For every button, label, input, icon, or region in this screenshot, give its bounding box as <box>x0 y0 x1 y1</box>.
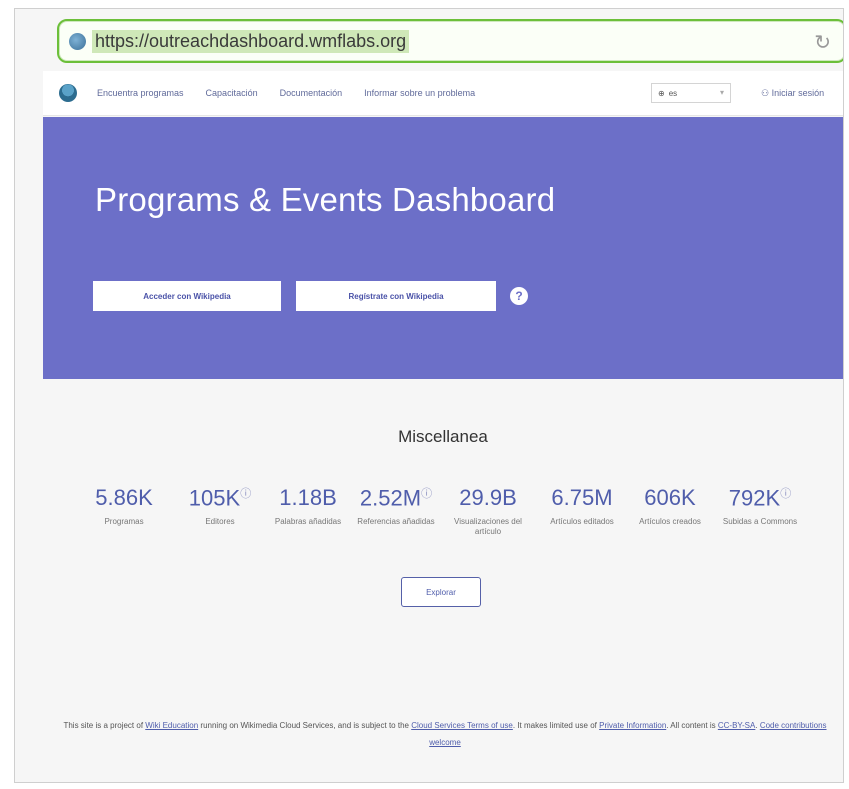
stats-title: Miscellanea <box>398 427 488 446</box>
login-with-wikipedia-button[interactable]: Acceder con Wikipedia <box>93 281 281 311</box>
stat-label: Artículos editados <box>550 517 614 526</box>
address-bar[interactable]: https://outreachdashboard.wmflabs.org ↻ <box>57 19 843 63</box>
url-text[interactable]: https://outreachdashboard.wmflabs.org <box>92 29 410 53</box>
top-navigation: Encuentra programas Capacitación Documen… <box>43 71 843 116</box>
language-select[interactable]: ⊕ es ▾ <box>651 83 731 103</box>
page-title: Programs & Events Dashboard <box>95 181 556 218</box>
cloud-terms-link[interactable]: Cloud Services Terms of use <box>411 721 513 730</box>
browser-window: https://outreachdashboard.wmflabs.org ↻ … <box>14 8 844 783</box>
nav-documentation[interactable]: Documentación <box>280 88 343 98</box>
stat-label: Visualizaciones del artículo <box>454 517 522 536</box>
stat-value: 1.18B <box>279 485 337 510</box>
info-icon[interactable]: ⓘ <box>421 488 432 500</box>
footer-text: This site is a project of <box>63 721 146 730</box>
cc-by-sa-link[interactable]: CC-BY-SA <box>718 721 756 730</box>
nav-report-problem[interactable]: Informar sobre un problema <box>364 88 475 98</box>
stat-editors: 105Kⓘ Editores <box>174 485 266 527</box>
stat-label: Palabras añadidas <box>274 517 342 526</box>
stat-label: Artículos creados <box>639 517 701 526</box>
stat-articles-created: 606K Artículos creados <box>624 485 716 527</box>
stat-value: 105Kⓘ <box>188 485 252 511</box>
explore-button[interactable]: Explorar <box>401 577 481 607</box>
stat-article-views: 29.9B Visualizaciones del artículo <box>442 485 534 537</box>
info-icon[interactable]: ⓘ <box>780 488 791 500</box>
stat-references-added: 2.52Mⓘ Referencias añadidas <box>350 485 442 527</box>
signup-with-wikipedia-button[interactable]: Regístrate con Wikipedia <box>296 281 496 311</box>
private-information-link[interactable]: Private Information <box>599 721 666 730</box>
stat-label: Editores <box>205 517 235 527</box>
footer: This site is a project of Wiki Education… <box>55 717 835 751</box>
nav-find-programs[interactable]: Encuentra programas <box>97 88 184 98</box>
stat-label: Referencias añadidas <box>357 517 435 527</box>
stat-articles-edited: 6.75M Artículos editados <box>536 485 628 527</box>
stat-label: Subidas a Commons <box>722 517 798 527</box>
stat-words-added: 1.18B Palabras añadidas <box>262 485 354 527</box>
user-icon: ⚇ <box>761 88 772 98</box>
wiki-education-link[interactable]: Wiki Education <box>145 721 198 730</box>
login-label: Iniciar sesión <box>771 88 825 98</box>
stat-value: 6.75M <box>551 485 613 510</box>
login-link[interactable]: ⚇ Iniciar sesión <box>761 88 824 99</box>
stat-label: Programas <box>104 517 144 526</box>
footer-text: . It makes limited use of <box>512 721 600 730</box>
wikimedia-logo-icon[interactable] <box>59 84 77 102</box>
stat-programs: 5.86K Programas <box>78 485 170 527</box>
site-globe-icon <box>69 32 86 50</box>
globe-icon: ⊕ <box>658 88 665 98</box>
stat-commons-uploads: 792Kⓘ Subidas a Commons <box>714 485 806 527</box>
stat-value: 792Kⓘ <box>728 485 792 511</box>
hero-banner: Programs & Events Dashboard Acceder con … <box>43 117 843 379</box>
footer-text: . All content is <box>666 721 718 730</box>
reload-icon[interactable]: ↻ <box>814 30 831 55</box>
language-value: es <box>668 88 678 98</box>
stats-row: 5.86K Programas 105Kⓘ Editores 1.18B Pal… <box>78 485 838 565</box>
stat-value: 5.86K <box>95 485 153 510</box>
stat-value: 2.52Mⓘ <box>359 485 433 511</box>
help-icon[interactable]: ? <box>510 287 528 305</box>
chevron-down-icon: ▾ <box>719 88 724 97</box>
stat-value: 606K <box>644 485 696 510</box>
nav-training[interactable]: Capacitación <box>206 88 258 98</box>
info-icon[interactable]: ⓘ <box>240 488 251 500</box>
footer-text: running on Wikimedia Cloud Services, and… <box>198 721 412 730</box>
stat-value: 29.9B <box>459 485 517 510</box>
